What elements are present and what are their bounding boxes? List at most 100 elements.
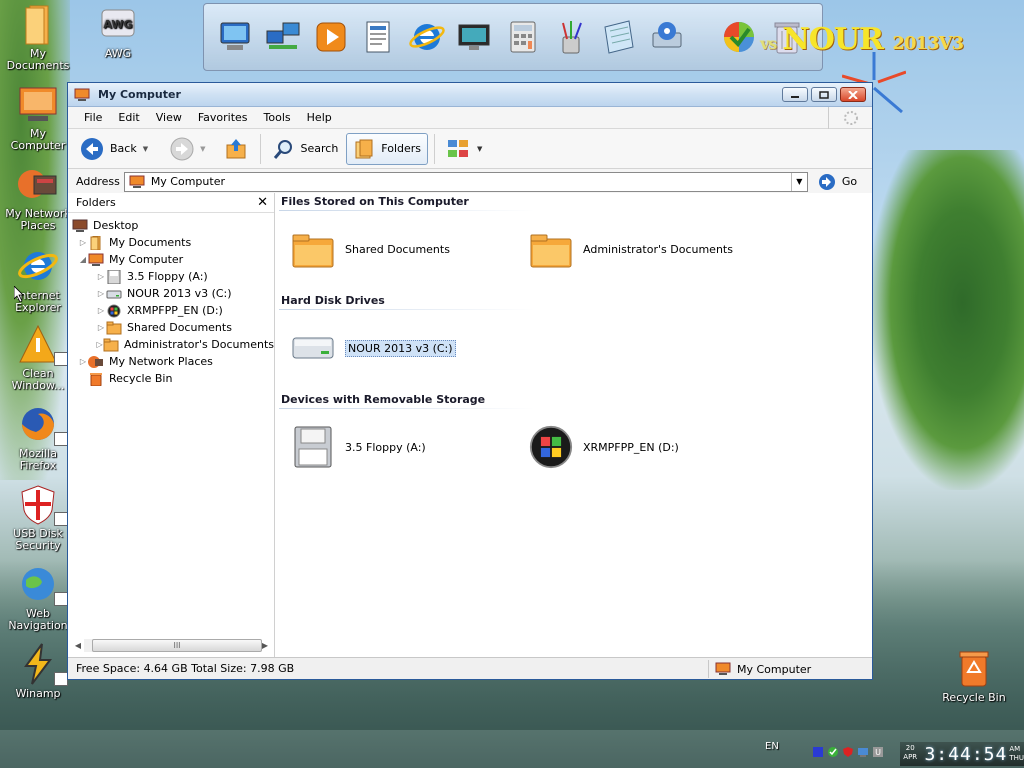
tree-item-drive-c[interactable]: ▷ NOUR 2013 v3 (C:) (68, 285, 274, 302)
folders-horizontal-scrollbar[interactable]: ◀ III ▶ (72, 638, 271, 653)
folders-pane-close-button[interactable]: ✕ (257, 195, 268, 210)
maximize-button[interactable] (811, 87, 837, 102)
desktop-icon-usb-disk-security[interactable]: USB Disk Security (2, 482, 74, 552)
back-dropdown-icon[interactable]: ▼ (143, 145, 148, 153)
files-pane: Files Stored on This Computer Shared Doc… (275, 193, 872, 657)
dock-computer-icon[interactable] (214, 14, 256, 60)
desktop-icon-my-computer[interactable]: My Computer (2, 82, 74, 152)
menu-help[interactable]: Help (299, 108, 340, 127)
tree-item-my-documents[interactable]: ▷ My Documents (68, 234, 274, 251)
expand-arrow-icon[interactable]: ▷ (96, 272, 106, 281)
group-title-hard-disk-drives: Hard Disk Drives (281, 294, 385, 307)
tree-item-my-network-places[interactable]: ▷ My Network Places (68, 353, 274, 370)
tray-monitor-icon[interactable] (812, 746, 824, 758)
dock-paint-icon[interactable] (550, 14, 592, 60)
file-item-shared-documents[interactable]: Shared Documents (291, 227, 450, 271)
dock-notepad-icon[interactable] (598, 14, 640, 60)
desktop-icon-clean-windows[interactable]: Clean Window... (2, 322, 74, 392)
file-item-floppy[interactable]: 3.5 Floppy (A:) (291, 425, 426, 469)
scroll-left-icon[interactable]: ◀ (72, 641, 84, 650)
tray-shield-icon[interactable] (842, 746, 854, 758)
go-label: Go (841, 175, 858, 188)
dock-documents-icon[interactable] (358, 14, 400, 60)
views-dropdown-icon[interactable]: ▼ (477, 145, 482, 153)
folders-button[interactable]: Folders (346, 132, 429, 165)
scroll-thumb[interactable]: III (92, 639, 262, 652)
network-icon (88, 355, 103, 368)
forward-dropdown-icon[interactable]: ▼ (200, 145, 205, 153)
views-button[interactable]: ▼ (441, 133, 488, 165)
dock-network-icon[interactable] (262, 14, 304, 60)
desktop-icon-internet-explorer[interactable]: Internet Explorer (2, 244, 74, 314)
tree-item-desktop[interactable]: Desktop (68, 217, 274, 234)
tree-item-label: Recycle Bin (109, 372, 173, 385)
desktop-icon-winamp[interactable]: Winamp (2, 642, 74, 700)
folder-icon (292, 234, 334, 268)
expand-arrow-icon[interactable]: ▷ (96, 323, 106, 332)
tray-security-icon[interactable] (827, 746, 839, 758)
tree-item-shared-documents[interactable]: ▷ Shared Documents (68, 319, 274, 336)
desktop-icon-label: AWG (104, 47, 132, 60)
minimize-button[interactable] (782, 87, 808, 102)
language-indicator[interactable]: EN (765, 741, 779, 752)
dock-media-player-icon[interactable] (310, 14, 352, 60)
address-dropdown-button[interactable]: ▼ (790, 172, 807, 191)
go-button[interactable]: Go (818, 173, 857, 191)
expand-arrow-icon[interactable]: ▷ (96, 306, 106, 315)
desktop-icon-my-documents[interactable]: My Documents (2, 2, 74, 72)
tree-item-administrators-documents[interactable]: ▷ Administrator's Documents (68, 336, 274, 353)
expand-arrow-icon[interactable]: ▷ (96, 340, 103, 349)
expand-arrow-icon[interactable]: ▷ (78, 357, 88, 366)
tree-item-my-computer[interactable]: ◢ My Computer (68, 251, 274, 268)
computer-icon (74, 88, 90, 101)
scroll-track[interactable]: III (84, 639, 262, 652)
up-folder-button[interactable] (214, 133, 254, 165)
menu-edit[interactable]: Edit (110, 108, 147, 127)
desktop-icon-my-network-places[interactable]: My Network Places (2, 162, 74, 232)
tray-utility-icon[interactable]: U (872, 746, 884, 758)
clock-date: 20 APR (900, 744, 920, 764)
back-button[interactable]: Back ▼ (74, 133, 154, 165)
desktop-icon-mozilla-firefox[interactable]: Mozilla Firefox (2, 402, 74, 472)
collapse-arrow-icon[interactable]: ◢ (78, 255, 88, 264)
tray-network-icon[interactable] (857, 746, 869, 758)
dock-internet-explorer-icon[interactable] (406, 14, 448, 60)
close-button[interactable] (840, 87, 866, 102)
desktop-icon-web-navigation[interactable]: Web Navigation (2, 562, 74, 632)
menu-file[interactable]: File (76, 108, 110, 127)
toolbar-separator (434, 133, 436, 164)
floppy-icon (107, 269, 121, 284)
file-item-label: Administrator's Documents (583, 242, 733, 256)
menu-tools[interactable]: Tools (256, 108, 299, 127)
top-dock (203, 3, 823, 71)
dock-drive-icon[interactable] (646, 14, 688, 60)
group-divider (279, 309, 535, 310)
file-item-administrators-documents[interactable]: Administrator's Documents (529, 227, 733, 271)
taskbar-clock[interactable]: 20 APR 3:44:54 AM THU (900, 742, 1024, 766)
throbber-icon (843, 110, 858, 125)
dock-checkmark-icon[interactable] (718, 14, 760, 60)
search-label: Search (300, 142, 339, 155)
file-item-drive-c[interactable]: NOUR 2013 v3 (C:) (291, 326, 456, 370)
expand-arrow-icon[interactable]: ▷ (78, 238, 88, 247)
dock-calculator-icon[interactable] (502, 14, 544, 60)
desktop-icon-awg[interactable]: AWG AWG (82, 2, 154, 60)
expand-arrow-icon[interactable]: ▷ (96, 289, 106, 298)
clock-date-day: 20 (905, 744, 915, 752)
file-item-drive-d[interactable]: XRMPFPP_EN (D:) (529, 425, 679, 469)
status-location: My Computer (708, 660, 811, 678)
back-label: Back (110, 142, 137, 155)
tree-item-drive-d[interactable]: ▷ XRMPFPP_EN (D:) (68, 302, 274, 319)
search-button[interactable]: Search (267, 133, 345, 165)
tree-item-recycle-bin[interactable]: Recycle Bin (68, 370, 274, 387)
window-titlebar[interactable]: My Computer (68, 83, 872, 107)
menu-favorites[interactable]: Favorites (190, 108, 256, 127)
hard-disk-icon (292, 337, 334, 359)
dock-display-icon[interactable] (454, 14, 496, 60)
address-input[interactable]: My Computer ▼ (123, 171, 808, 192)
desktop-icon-recycle-bin[interactable]: Recycle Bin (938, 646, 1010, 704)
menu-view[interactable]: View (148, 108, 190, 127)
brand-faded-text: vs (760, 34, 777, 53)
tree-item-floppy[interactable]: ▷ 3.5 Floppy (A:) (68, 268, 274, 285)
forward-button[interactable]: ▼ (156, 133, 211, 165)
